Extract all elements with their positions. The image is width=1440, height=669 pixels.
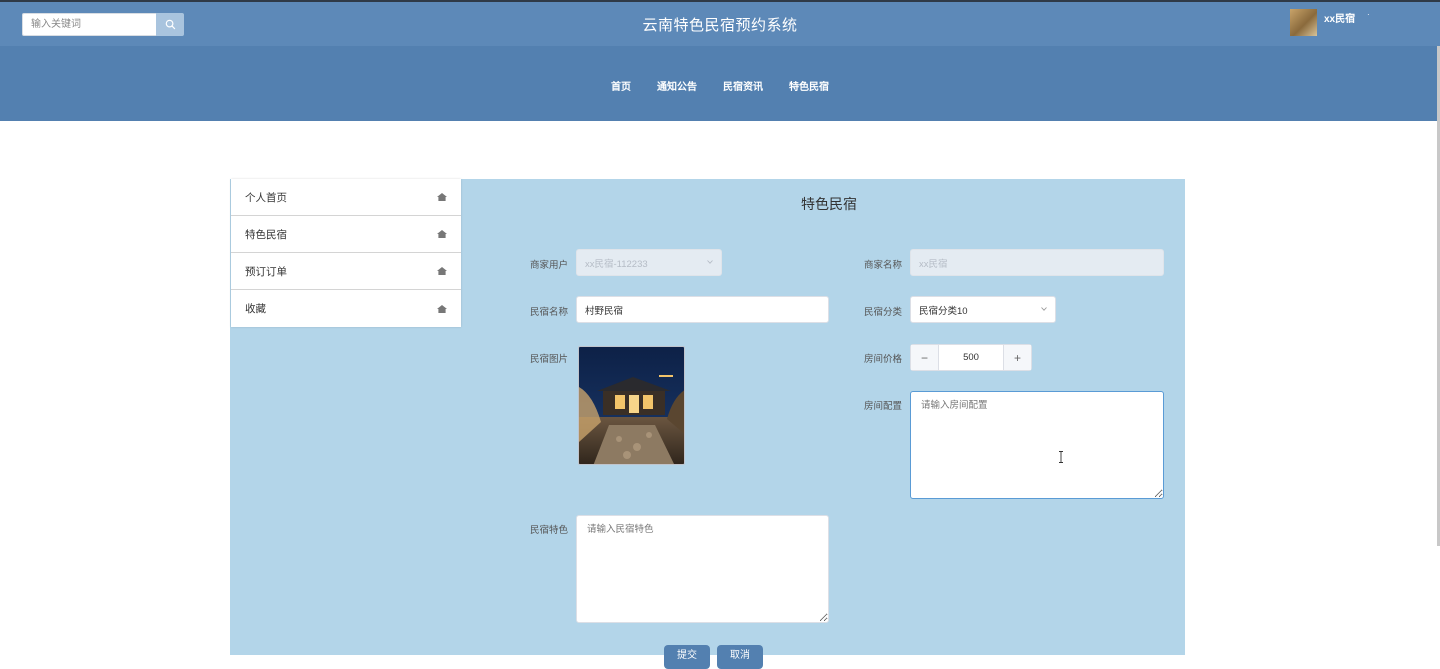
username[interactable]: xx民宿: [1324, 10, 1355, 25]
homestay-feature-textarea[interactable]: [576, 515, 829, 623]
homestay-feature-label: 民宿特色: [530, 525, 569, 536]
home-icon: [437, 304, 447, 313]
merchant-name-label: 商家名称: [864, 260, 903, 271]
sidebar-item-label: 预订订单: [245, 265, 287, 278]
homestay-name-input[interactable]: 村野民宿: [576, 296, 829, 323]
sidebar-menu: 个人首页 特色民宿 预订订单 收藏: [231, 179, 461, 327]
homestay-image[interactable]: [578, 346, 685, 465]
sidebar-item-label: 特色民宿: [245, 228, 287, 241]
text-cursor-icon: [1059, 451, 1063, 463]
nav-item-homestays[interactable]: 特色民宿: [789, 78, 829, 93]
homestay-name-label: 民宿名称: [530, 307, 569, 318]
merchant-name-value: xx民宿: [919, 258, 948, 270]
room-price-label: 房间价格: [864, 354, 903, 365]
home-icon: [437, 193, 447, 201]
submit-button[interactable]: 提交: [664, 645, 710, 669]
form-title: 特色民宿: [801, 196, 857, 212]
sidebar-item-label: 个人首页: [245, 191, 287, 204]
merchant-account-value: xx民宿-112233: [585, 258, 648, 270]
nav-item-notices[interactable]: 通知公告: [657, 78, 697, 93]
sidebar-item-favorites[interactable]: 收藏: [231, 290, 461, 327]
site-title: 云南特色民宿预约系统: [642, 17, 798, 34]
avatar[interactable]: [1290, 9, 1317, 36]
room-price-value[interactable]: 500: [939, 345, 1003, 370]
nav-item-home[interactable]: 首页: [611, 78, 631, 93]
sidebar-item-label: 收藏: [245, 303, 266, 315]
homestay-category-value: 民宿分类10: [919, 305, 968, 317]
home-icon: [437, 230, 447, 238]
nav-item-news[interactable]: 民宿资讯: [723, 78, 763, 93]
decrement-button[interactable]: −: [911, 345, 939, 370]
increment-button[interactable]: +: [1003, 345, 1031, 370]
room-config-textarea[interactable]: [910, 391, 1164, 499]
homestay-image-label: 民宿图片: [530, 354, 569, 365]
chevron-down-icon: [1041, 306, 1047, 311]
top-bar: 云南特色民宿预约系统 xx民宿 ·: [0, 0, 1440, 46]
homestay-photo: [579, 347, 684, 464]
room-config-label: 房间配置: [864, 401, 903, 412]
sidebar-item-homestays[interactable]: 特色民宿: [231, 216, 461, 253]
homestay-category-label: 民宿分类: [864, 307, 903, 318]
homestay-name-value: 村野民宿: [585, 305, 624, 317]
merchant-account-select: xx民宿-112233: [576, 249, 722, 276]
chevron-down-icon: [707, 259, 713, 264]
nav-bar: 首页 通知公告 民宿资讯 特色民宿: [0, 46, 1440, 121]
homestay-category-select[interactable]: 民宿分类10: [910, 296, 1056, 323]
cancel-button[interactable]: 取消: [717, 645, 763, 669]
user-menu-caret[interactable]: ·: [1367, 10, 1370, 19]
merchant-name-field: xx民宿: [910, 249, 1164, 276]
sidebar-item-profile[interactable]: 个人首页: [231, 179, 461, 216]
sidebar-item-orders[interactable]: 预订订单: [231, 253, 461, 290]
room-price-stepper[interactable]: − 500 +: [910, 344, 1032, 371]
home-icon: [437, 267, 447, 275]
merchant-account-label: 商家用户: [530, 260, 569, 271]
